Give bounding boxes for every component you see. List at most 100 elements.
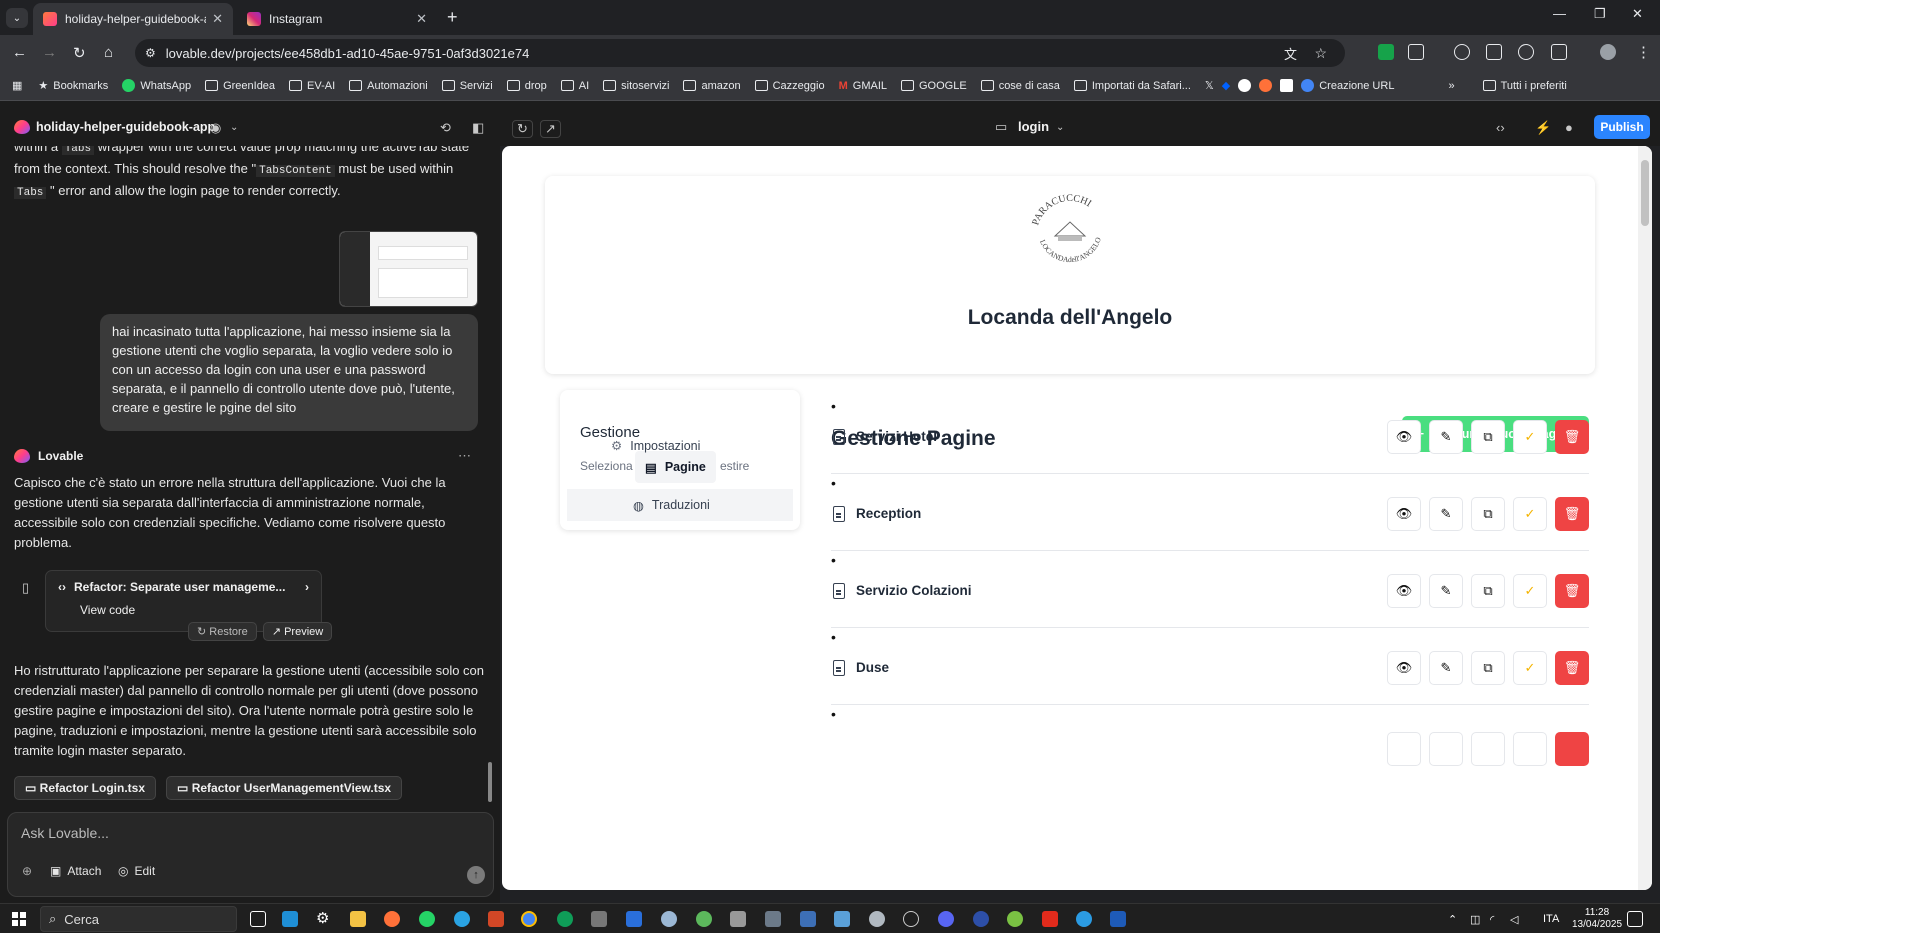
new-tab-button[interactable]: + bbox=[447, 7, 458, 28]
wifi-icon[interactable]: ◜ bbox=[1490, 913, 1494, 926]
delete-icon[interactable]: 🗑 bbox=[1555, 651, 1589, 685]
extensions-puzzle-icon[interactable] bbox=[1408, 44, 1424, 60]
window-close-icon[interactable]: ✕ bbox=[1632, 6, 1643, 22]
bookmark-folder[interactable]: cose di casa bbox=[980, 80, 1060, 92]
bookmark-folder[interactable]: sitoservizi bbox=[603, 80, 669, 92]
dropbox-icon[interactable]: ◆ bbox=[1222, 79, 1230, 92]
github-icon[interactable]: ● bbox=[1565, 120, 1573, 135]
route-selector[interactable]: login bbox=[1018, 119, 1049, 134]
app-icon[interactable] bbox=[938, 911, 954, 927]
preview-button[interactable]: ↗ Preview bbox=[262, 622, 333, 641]
file-explorer-icon[interactable] bbox=[350, 911, 366, 927]
duplicate-icon[interactable]: ⧉ bbox=[1471, 420, 1505, 454]
app-icon[interactable] bbox=[1007, 911, 1023, 927]
edit-icon[interactable]: ✎ bbox=[1429, 497, 1463, 531]
publish-check-icon[interactable] bbox=[1513, 732, 1547, 766]
app-icon[interactable] bbox=[730, 911, 746, 927]
firefox-icon[interactable] bbox=[384, 911, 400, 927]
more-options-icon[interactable]: ⋯ bbox=[458, 448, 471, 464]
edit-icon[interactable]: ✎ bbox=[1429, 574, 1463, 608]
publish-check-icon[interactable]: ✓ bbox=[1513, 497, 1547, 531]
app-icon[interactable] bbox=[903, 911, 919, 927]
duplicate-icon[interactable]: ⧉ bbox=[1471, 497, 1505, 531]
edge-icon[interactable] bbox=[557, 911, 573, 927]
view-icon[interactable]: 👁 bbox=[1387, 574, 1421, 608]
app-icon[interactable] bbox=[1076, 911, 1092, 927]
forward-icon[interactable]: → bbox=[42, 44, 57, 61]
calculator-icon[interactable] bbox=[800, 911, 816, 927]
app-icon[interactable] bbox=[973, 911, 989, 927]
history-icon[interactable] bbox=[1518, 44, 1534, 60]
maximize-icon[interactable]: ❐ bbox=[1594, 6, 1606, 22]
adobe-icon[interactable] bbox=[1280, 79, 1294, 92]
globe-icon[interactable]: ◉ bbox=[210, 120, 221, 136]
notifications-icon[interactable] bbox=[1627, 911, 1643, 927]
bookmark-folder[interactable]: GOOGLE bbox=[901, 80, 967, 92]
settings-icon[interactable]: ⚙ bbox=[316, 909, 332, 927]
calendar-icon[interactable] bbox=[626, 911, 642, 927]
back-icon[interactable]: ← bbox=[12, 44, 27, 61]
chat-input[interactable] bbox=[21, 825, 461, 841]
tray-icon[interactable]: ◫ bbox=[1470, 913, 1480, 926]
file-chip[interactable]: ▭ Refactor Login.tsx bbox=[14, 776, 157, 800]
volume-icon[interactable]: ◁ bbox=[1510, 913, 1518, 926]
app-icon[interactable] bbox=[591, 911, 607, 927]
task-view-icon[interactable] bbox=[250, 911, 266, 927]
project-name[interactable]: holiday-helper-guidebook-app bbox=[36, 120, 215, 134]
profile-avatar[interactable] bbox=[1600, 44, 1616, 60]
view-icon[interactable]: 👁 bbox=[1387, 651, 1421, 685]
edit-icon[interactable]: ✎ bbox=[1429, 420, 1463, 454]
refresh-icon[interactable]: ↻ bbox=[512, 120, 533, 138]
chrome-icon[interactable] bbox=[521, 911, 537, 927]
bookmark-folder[interactable]: Servizi bbox=[441, 80, 493, 92]
star-icon[interactable]: ☆ bbox=[1314, 45, 1327, 62]
publish-check-icon[interactable]: ✓ bbox=[1513, 420, 1547, 454]
language-indicator[interactable]: ITA bbox=[1543, 913, 1559, 925]
close-icon[interactable]: ✕ bbox=[212, 11, 223, 27]
app-icon[interactable] bbox=[1110, 911, 1126, 927]
view-code-link[interactable]: View code bbox=[80, 603, 309, 617]
code-icon[interactable]: ‹› bbox=[1496, 120, 1505, 135]
chevron-down-icon[interactable]: ⌄ bbox=[230, 122, 238, 133]
publish-check-icon[interactable]: ✓ bbox=[1513, 574, 1547, 608]
delete-icon[interactable]: 🗑 bbox=[1555, 574, 1589, 608]
whatsapp-icon[interactable] bbox=[419, 911, 435, 927]
acrobat-icon[interactable] bbox=[1042, 911, 1058, 927]
sidebar-toggle-icon[interactable]: ◧ bbox=[472, 120, 484, 136]
history-icon[interactable]: ⟲ bbox=[440, 120, 451, 136]
tab-search-button[interactable]: ⌄ bbox=[6, 8, 28, 28]
bookmark-item[interactable]: WhatsApp bbox=[122, 79, 191, 92]
bookmark-folder[interactable]: amazon bbox=[683, 80, 741, 92]
camera-icon[interactable] bbox=[765, 911, 781, 927]
windows-start-icon[interactable] bbox=[12, 912, 26, 926]
file-chip[interactable]: ▭ Refactor UserManagementView.tsx bbox=[166, 776, 403, 800]
incognito-icon[interactable] bbox=[1454, 44, 1470, 60]
publish-check-icon[interactable]: ✓ bbox=[1513, 651, 1547, 685]
bookmark-folder[interactable]: AI bbox=[560, 80, 589, 92]
bookmark-item[interactable]: M GMAIL bbox=[839, 80, 887, 92]
supabase-icon[interactable]: ⚡ bbox=[1535, 120, 1551, 136]
app-icon[interactable] bbox=[834, 911, 850, 927]
chat-scrollbar[interactable] bbox=[488, 762, 492, 802]
open-external-icon[interactable]: ↗ bbox=[540, 120, 561, 138]
clock[interactable]: 11:28 13/04/2025 bbox=[1572, 907, 1622, 931]
delete-icon[interactable]: 🗑 bbox=[1555, 497, 1589, 531]
bookmark-item[interactable]: ★ Bookmarks bbox=[38, 79, 108, 93]
taskbar-search[interactable]: ⌕ Cerca bbox=[40, 906, 237, 932]
tab-lovable[interactable]: holiday-helper-guidebook-app ✕ bbox=[33, 3, 233, 35]
preview-scrollbar[interactable] bbox=[1638, 146, 1652, 890]
tab-impostazioni[interactable]: ⚙ Impostazioni bbox=[611, 438, 700, 454]
bookmark-item[interactable]: Creazione URL bbox=[1301, 79, 1394, 92]
duplicate-icon[interactable]: ⧉ bbox=[1471, 574, 1505, 608]
publish-button[interactable]: Publish bbox=[1594, 115, 1650, 139]
plus-icon[interactable]: ⊕ bbox=[22, 864, 32, 878]
translate-icon[interactable]: 文 bbox=[1284, 44, 1297, 63]
edit-icon[interactable] bbox=[1429, 732, 1463, 766]
bookmark-folder[interactable]: Importati da Safari... bbox=[1073, 80, 1191, 92]
tab-instagram[interactable]: Instagram ✕ bbox=[237, 3, 437, 35]
close-icon[interactable]: ✕ bbox=[416, 11, 427, 27]
app-icon[interactable] bbox=[696, 911, 712, 927]
tab-traduzioni[interactable]: ◍ Traduzioni bbox=[567, 489, 793, 521]
site-settings-icon[interactable]: ⚙ bbox=[145, 46, 156, 60]
menu-kebab-icon[interactable]: ⋮ bbox=[1636, 43, 1651, 61]
